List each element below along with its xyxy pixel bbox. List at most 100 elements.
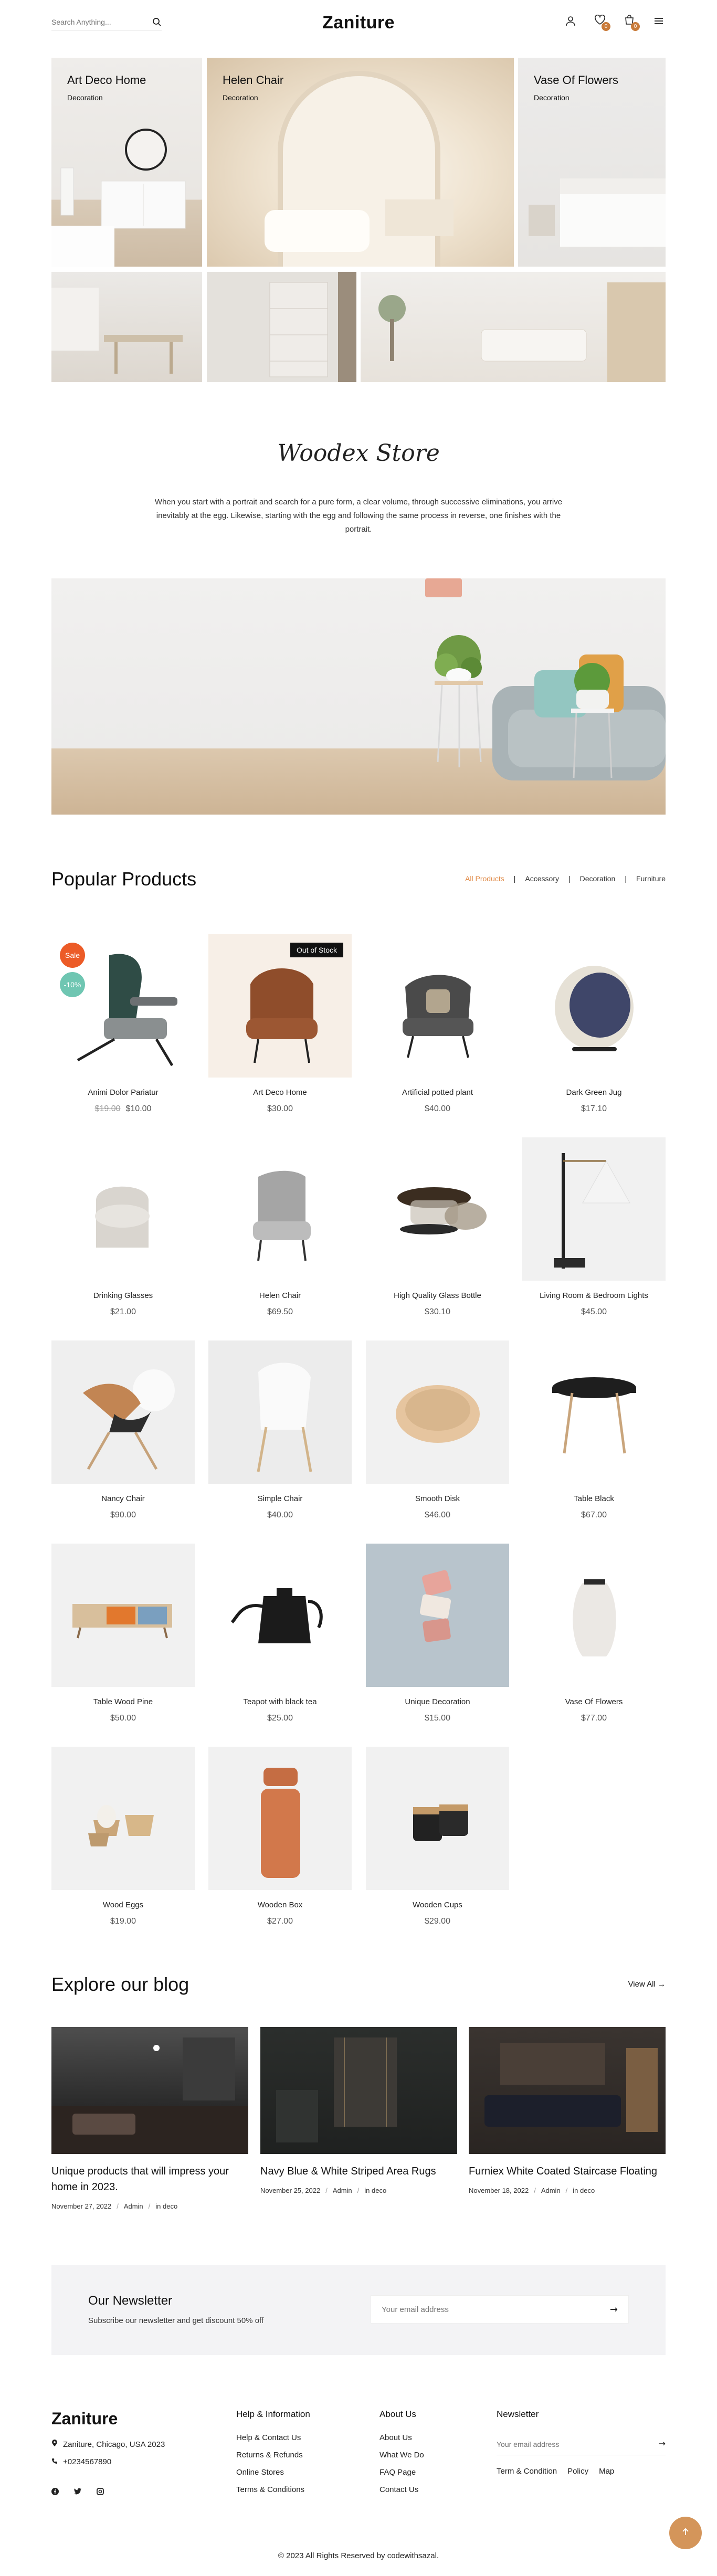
user-icon[interactable] <box>564 14 577 28</box>
post-category[interactable]: in deco <box>155 2202 177 2210</box>
footer-link-faq[interactable]: FAQ Page <box>379 2468 424 2477</box>
filter-furniture[interactable]: Furniture <box>636 874 666 883</box>
wishlist-button[interactable]: 0 <box>593 14 610 31</box>
product-name[interactable]: Helen Chair <box>208 1291 352 1300</box>
facebook-icon[interactable] <box>51 2488 59 2498</box>
blog-post-card[interactable]: Unique products that will impress your h… <box>51 2027 248 2210</box>
footer-link-help-contact[interactable]: Help & Contact Us <box>236 2433 310 2442</box>
blog-post-title[interactable]: Furniex White Coated Staircase Floating <box>469 2163 666 2179</box>
product-card[interactable]: Sale -10% Animi Dolor Pariatur $19.00 $10… <box>51 934 195 1114</box>
post-category[interactable]: in deco <box>364 2187 386 2194</box>
filter-accessory[interactable]: Accessory <box>525 874 559 883</box>
cart-button[interactable]: 0 <box>623 14 640 31</box>
product-card[interactable]: Out of Stock Art Deco Home $30.00 <box>208 934 352 1114</box>
footer-link-about[interactable]: About Us <box>379 2433 424 2442</box>
banner-shelves[interactable] <box>207 272 356 382</box>
product-card[interactable]: Table Wood Pine $50.00 <box>51 1544 195 1723</box>
product-name[interactable]: Animi Dolor Pariatur <box>51 1088 195 1097</box>
product-name[interactable]: Wooden Box <box>208 1901 352 1909</box>
banner-helen-chair[interactable]: Helen Chair Decoration <box>207 58 514 267</box>
footer-link-returns[interactable]: Returns & Refunds <box>236 2451 310 2459</box>
product-card[interactable]: Teapot with black tea $25.00 <box>208 1544 352 1723</box>
footer-phone[interactable]: +0234567890 <box>63 2457 111 2466</box>
product-name[interactable]: Living Room & Bedroom Lights <box>522 1291 666 1300</box>
product-name[interactable]: Teapot with black tea <box>208 1697 352 1706</box>
footer-link-what-we-do[interactable]: What We Do <box>379 2451 424 2459</box>
product-card[interactable]: Helen Chair $69.50 <box>208 1137 352 1317</box>
blog-post-title[interactable]: Navy Blue & White Striped Area Rugs <box>260 2163 457 2179</box>
footer-link-policy[interactable]: Policy <box>567 2467 588 2476</box>
product-image[interactable] <box>522 1544 666 1687</box>
product-name[interactable]: Wood Eggs <box>51 1901 195 1909</box>
product-card[interactable]: Drinking Glasses $21.00 <box>51 1137 195 1317</box>
product-card[interactable]: Smooth Disk $46.00 <box>366 1340 509 1520</box>
footer-link-map[interactable]: Map <box>599 2467 614 2476</box>
menu-icon[interactable] <box>652 14 666 28</box>
product-image[interactable] <box>522 934 666 1078</box>
product-name[interactable]: Table Wood Pine <box>51 1697 195 1706</box>
product-image[interactable] <box>522 1137 666 1281</box>
product-card[interactable]: Unique Decoration $15.00 <box>366 1544 509 1723</box>
product-image[interactable] <box>522 1340 666 1484</box>
product-name[interactable]: Unique Decoration <box>366 1697 509 1706</box>
product-name[interactable]: Artificial potted plant <box>366 1088 509 1097</box>
banner-living-room[interactable] <box>361 272 666 382</box>
product-image[interactable] <box>208 1747 352 1890</box>
filter-decoration[interactable]: Decoration <box>580 874 616 883</box>
product-image[interactable] <box>51 1544 195 1687</box>
product-image[interactable] <box>366 1747 509 1890</box>
product-card[interactable]: Wood Eggs $19.00 <box>51 1747 195 1926</box>
product-image[interactable] <box>366 1137 509 1281</box>
product-card[interactable]: Artificial potted plant $40.00 <box>366 934 509 1114</box>
blog-post-card[interactable]: Navy Blue & White Striped Area Rugs Nove… <box>260 2027 457 2194</box>
product-card[interactable]: Table Black $67.00 <box>522 1340 666 1520</box>
arrow-right-icon[interactable]: → <box>659 2438 666 2448</box>
blog-post-image[interactable] <box>469 2027 666 2154</box>
blog-post-card[interactable]: Furniex White Coated Staircase Floating … <box>469 2027 666 2194</box>
product-image[interactable] <box>208 1340 352 1484</box>
footer-email-input[interactable] <box>497 2434 644 2454</box>
product-name[interactable]: Nancy Chair <box>51 1494 195 1503</box>
banner-art-deco-home[interactable]: Art Deco Home Decoration <box>51 58 202 267</box>
banner-dining-room[interactable] <box>51 272 202 382</box>
newsletter-email-input[interactable] <box>371 2296 592 2323</box>
product-image[interactable] <box>51 1747 195 1890</box>
footer-link-online-stores[interactable]: Online Stores <box>236 2468 310 2477</box>
product-card[interactable]: Dark Green Jug $17.10 <box>522 934 666 1114</box>
product-card[interactable]: Simple Chair $40.00 <box>208 1340 352 1520</box>
footer-link-terms[interactable]: Terms & Conditions <box>236 2485 310 2494</box>
product-name[interactable]: Table Black <box>522 1494 666 1503</box>
footer-link-contact[interactable]: Contact Us <box>379 2485 424 2494</box>
product-image[interactable] <box>366 1340 509 1484</box>
blog-post-image[interactable] <box>51 2027 248 2154</box>
product-card[interactable]: Wooden Cups $29.00 <box>366 1747 509 1926</box>
product-image[interactable] <box>208 1544 352 1687</box>
product-image[interactable]: Out of Stock <box>208 934 352 1078</box>
product-name[interactable]: High Quality Glass Bottle <box>366 1291 509 1300</box>
product-card[interactable]: Nancy Chair $90.00 <box>51 1340 195 1520</box>
product-name[interactable]: Art Deco Home <box>208 1088 352 1097</box>
product-card[interactable]: Vase Of Flowers $77.00 <box>522 1544 666 1723</box>
product-name[interactable]: Wooden Cups <box>366 1901 509 1909</box>
filter-all-products[interactable]: All Products <box>465 874 504 883</box>
scroll-to-top-button[interactable] <box>669 2517 702 2549</box>
footer-logo[interactable]: Zaniture <box>51 2409 118 2429</box>
view-all-link[interactable]: View All → <box>628 1980 666 1989</box>
product-name[interactable]: Vase Of Flowers <box>522 1697 666 1706</box>
instagram-icon[interactable] <box>97 2488 104 2498</box>
banner-vase-of-flowers[interactable]: Vase Of Flowers Decoration <box>518 58 666 267</box>
post-category[interactable]: in deco <box>573 2187 595 2194</box>
product-image[interactable] <box>208 1137 352 1281</box>
blog-post-title[interactable]: Unique products that will impress your h… <box>51 2163 248 2195</box>
product-card[interactable]: Wooden Box $27.00 <box>208 1747 352 1926</box>
product-card[interactable]: High Quality Glass Bottle $30.10 <box>366 1137 509 1317</box>
twitter-icon[interactable] <box>73 2488 82 2498</box>
product-image[interactable] <box>366 1544 509 1687</box>
product-name[interactable]: Dark Green Jug <box>522 1088 666 1097</box>
product-image[interactable] <box>51 1137 195 1281</box>
product-name[interactable]: Simple Chair <box>208 1494 352 1503</box>
product-image[interactable] <box>51 1340 195 1484</box>
product-image[interactable] <box>366 934 509 1078</box>
footer-link-term-condition[interactable]: Term & Condition <box>497 2467 557 2476</box>
arrow-right-icon[interactable]: → <box>610 2304 618 2315</box>
